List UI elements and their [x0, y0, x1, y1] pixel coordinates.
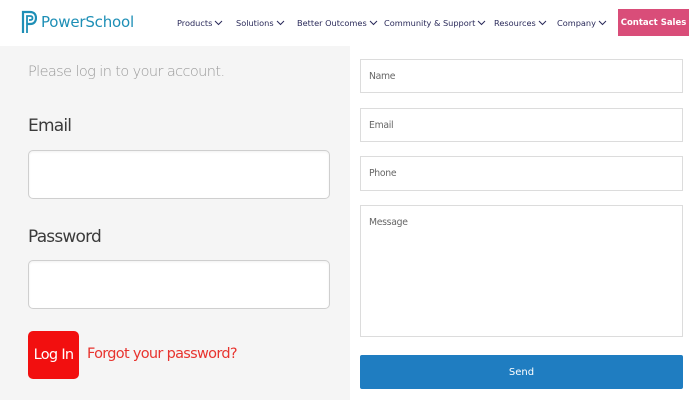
forgot-password-link[interactable]: Forgot your password? [87, 346, 238, 362]
chevron-down-icon [477, 20, 486, 26]
chevron-down-icon [538, 20, 547, 26]
name-field[interactable]: Name [360, 59, 683, 93]
nav-item-label: Products [177, 18, 213, 28]
email-field[interactable]: Email [360, 108, 683, 142]
password-input[interactable] [28, 260, 330, 309]
message-placeholder: Message [369, 217, 408, 228]
password-label: Password [28, 227, 102, 247]
nav-item-community-support[interactable]: Community & Support [384, 18, 486, 28]
nav-item-resources[interactable]: Resources [494, 18, 547, 28]
nav-item-label: Resources [494, 18, 536, 28]
nav-item-label: Community & Support [384, 18, 476, 28]
main-nav: Products Solutions Better Outcomes Commu… [0, 18, 700, 30]
nav-item-solutions[interactable]: Solutions [236, 18, 285, 28]
send-button[interactable]: Send [360, 355, 683, 389]
chevron-down-icon [598, 20, 607, 26]
nav-item-products[interactable]: Products [177, 18, 223, 28]
nav-item-label: Solutions [236, 18, 274, 28]
login-prompt: Please log in to your account. [28, 64, 225, 80]
message-field[interactable]: Message [360, 205, 683, 337]
email-input[interactable] [28, 150, 330, 199]
nav-item-company[interactable]: Company [557, 18, 607, 28]
site-header: PowerSchool Products Solutions Better Ou… [0, 0, 700, 46]
chevron-down-icon [369, 20, 378, 26]
chevron-down-icon [276, 20, 284, 26]
login-button[interactable]: Log In [28, 331, 79, 379]
nav-item-label: Better Outcomes [297, 18, 367, 28]
name-placeholder: Name [369, 71, 396, 82]
phone-placeholder: Phone [369, 168, 397, 179]
login-panel: Please log in to your account. Email Pas… [0, 46, 350, 400]
phone-field[interactable]: Phone [360, 156, 683, 191]
contact-sales-button[interactable]: Contact Sales [618, 9, 689, 36]
email-placeholder: Email [369, 120, 394, 131]
nav-item-better-outcomes[interactable]: Better Outcomes [297, 18, 378, 28]
nav-item-label: Company [557, 18, 596, 28]
email-label: Email [28, 116, 72, 136]
chevron-down-icon [215, 20, 223, 26]
